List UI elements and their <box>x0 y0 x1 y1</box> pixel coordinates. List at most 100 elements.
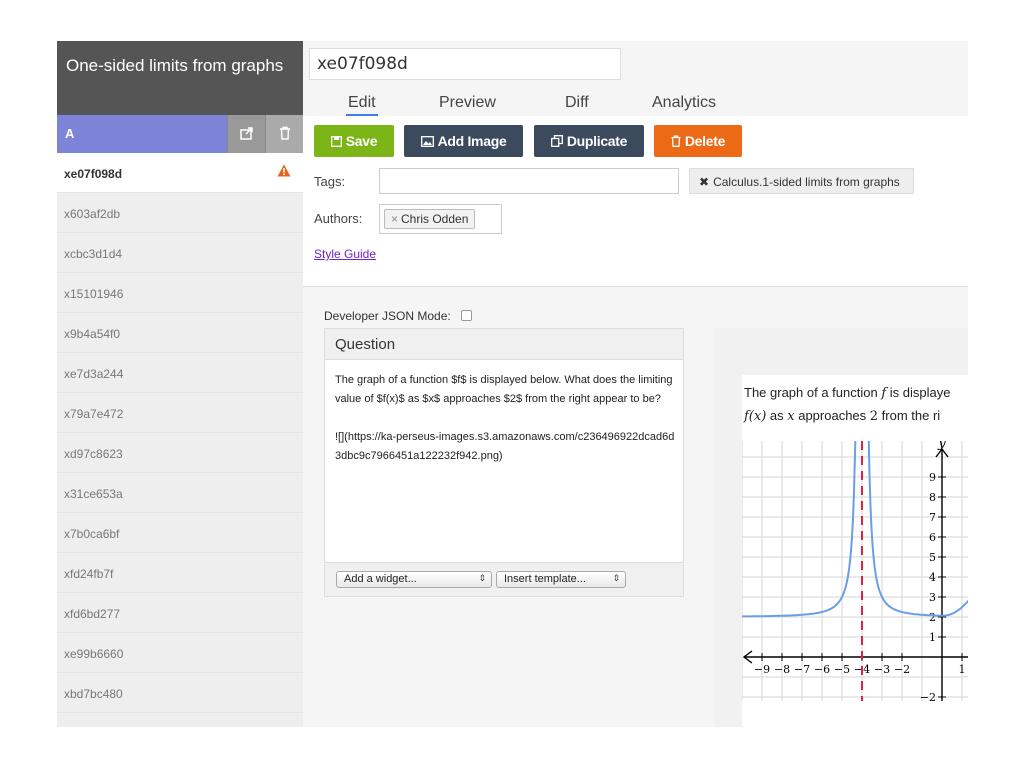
add-image-button-label: Add Image <box>437 133 507 149</box>
delete-group-button[interactable] <box>265 115 303 153</box>
style-guide-link[interactable]: Style Guide <box>314 247 376 261</box>
exercise-title: One-sided limits from graphs <box>57 41 303 115</box>
author-chip-label: Chris Odden <box>401 212 469 226</box>
list-item[interactable]: xe7d3a244 <box>57 353 303 393</box>
list-item[interactable]: xfd24fb7f <box>57 553 303 593</box>
developer-json-mode-checkbox[interactable] <box>461 310 472 321</box>
y-tick-label: 2 <box>929 611 936 624</box>
list-item[interactable]: xe99b6660 <box>57 633 303 673</box>
tags-input[interactable] <box>379 168 679 194</box>
x-tick-label: −7 <box>794 663 810 676</box>
select-arrows-icon: ⇕ <box>612 573 620 583</box>
list-item[interactable]: x15101946 <box>57 273 303 313</box>
list-item[interactable]: xcbc3d1d4 <box>57 233 303 273</box>
preview-text-part: The graph of a function <box>744 385 882 400</box>
list-item[interactable]: xd97c8623 <box>57 433 303 473</box>
list-item[interactable]: x7b0ca6bf <box>57 513 303 553</box>
x-tick-label: −5 <box>834 663 850 676</box>
function-curve <box>742 441 857 618</box>
list-item[interactable]: xfd6bd277 <box>57 593 303 633</box>
save-button[interactable]: Save <box>314 125 394 157</box>
list-item-label: x31ce653a <box>64 487 123 501</box>
add-widget-select-value: Add a widget... <box>344 573 417 585</box>
developer-json-mode-label: Developer JSON Mode: <box>324 309 451 323</box>
tag-chip[interactable]: ✖ Calculus.1-sided limits from graphs <box>689 168 914 194</box>
list-item-label: xcbc3d1d4 <box>64 247 123 261</box>
share-button[interactable] <box>227 115 265 153</box>
list-item-label: xd97c8623 <box>64 447 123 461</box>
duplicate-button[interactable]: Duplicate <box>534 125 644 157</box>
question-header: Question <box>325 329 683 360</box>
group-label: A <box>65 126 75 141</box>
y-axis-label: y <box>937 441 947 451</box>
list-item-label: xfd24fb7f <box>64 567 114 581</box>
list-item[interactable]: x31ce653a <box>57 473 303 513</box>
warning-icon <box>277 164 291 177</box>
item-group-header[interactable]: A <box>57 115 303 153</box>
tab-diff[interactable]: Diff <box>565 94 589 112</box>
preview-pane: The graph of a function f is displaye f(… <box>714 328 968 727</box>
y-tick-label: 6 <box>929 531 936 544</box>
preview-text-part: approaches <box>794 408 870 423</box>
x-tick-label: −6 <box>814 663 830 676</box>
x-tick-label: −3 <box>874 663 890 676</box>
editor-header: xe07f098d Edit Preview Diff Analytics <box>303 41 968 116</box>
remove-author-icon[interactable]: × <box>391 212 398 226</box>
tab-analytics[interactable]: Analytics <box>652 94 716 112</box>
authors-label: Authors: <box>314 211 363 226</box>
y-tick-label: 3 <box>929 591 936 604</box>
list-item[interactable]: x9b4a54f0 <box>57 313 303 353</box>
preview-text-part: is displaye <box>886 385 951 400</box>
y-tick-label: 4 <box>929 571 936 584</box>
add-image-button[interactable]: Add Image <box>404 125 523 157</box>
list-item-label: x9b4a54f0 <box>64 327 121 341</box>
list-item-label: x603af2db <box>64 207 121 221</box>
select-arrows-icon: ⇕ <box>478 573 486 583</box>
preview-question-text: The graph of a function f is displaye f(… <box>744 382 968 428</box>
list-item-label: xe07f098d <box>64 167 123 181</box>
x-tick-label: −2 <box>894 663 910 676</box>
tab-preview[interactable]: Preview <box>439 94 496 112</box>
item-id-field[interactable]: xe07f098d <box>309 48 621 80</box>
y-tick-label: 7 <box>929 511 936 524</box>
authors-field[interactable]: × Chris Odden <box>379 204 502 234</box>
tags-label: Tags: <box>314 174 346 189</box>
copy-icon <box>550 135 563 147</box>
list-item-label: x79a7e472 <box>64 407 124 421</box>
main-content: xe07f098d Edit Preview Diff Analytics Sa… <box>303 41 968 727</box>
x-tick-label: −9 <box>754 663 770 676</box>
list-item-label: xbd7bc480 <box>64 687 123 701</box>
item-list: xe07f098d x603af2db xcbc3d1d4 x15101946 … <box>57 153 303 713</box>
list-item[interactable]: x603af2db <box>57 193 303 233</box>
delete-button[interactable]: Delete <box>654 125 742 157</box>
preview-math: x <box>787 409 795 424</box>
question-text: The graph of a function $f$ is displayed… <box>335 374 673 405</box>
y-tick-label: 9 <box>929 471 936 484</box>
image-icon <box>420 136 434 147</box>
list-item[interactable]: xe07f098d <box>57 153 303 193</box>
add-widget-select[interactable]: Add a widget... ⇕ <box>336 571 492 588</box>
insert-template-select[interactable]: Insert template... ⇕ <box>496 571 626 588</box>
edit-panel: Save Add Image Duplicate Delete Tags: ✖ … <box>303 116 968 287</box>
question-footer: Add a widget... ⇕ Insert template... ⇕ <box>325 562 683 596</box>
list-item[interactable]: x79a7e472 <box>57 393 303 433</box>
tab-edit[interactable]: Edit <box>346 94 378 116</box>
remove-tag-icon[interactable]: ✖ <box>699 175 709 189</box>
exercise-editor-app: One-sided limits from graphs A xe07f098d <box>57 41 968 727</box>
x-tick-label: 1 <box>959 663 966 676</box>
delete-button-label: Delete <box>684 133 726 149</box>
preview-card: The graph of a function f is displaye f(… <box>742 375 968 727</box>
question-textarea[interactable]: The graph of a function $f$ is displayed… <box>335 371 675 466</box>
function-curve <box>867 441 968 617</box>
x-tick-label: −8 <box>774 663 790 676</box>
author-chip[interactable]: × Chris Odden <box>384 209 476 229</box>
y-tick-label: 5 <box>929 551 936 564</box>
list-item-label: xfd6bd277 <box>64 607 121 621</box>
save-button-label: Save <box>345 133 378 149</box>
trash-icon <box>671 135 681 147</box>
list-item[interactable]: xbd7bc480 <box>57 673 303 713</box>
floppy-icon <box>330 136 342 147</box>
preview-math: f(x) <box>744 409 767 424</box>
list-item-label: x7b0ca6bf <box>64 527 120 541</box>
y-tick-label: −2 <box>920 691 936 701</box>
